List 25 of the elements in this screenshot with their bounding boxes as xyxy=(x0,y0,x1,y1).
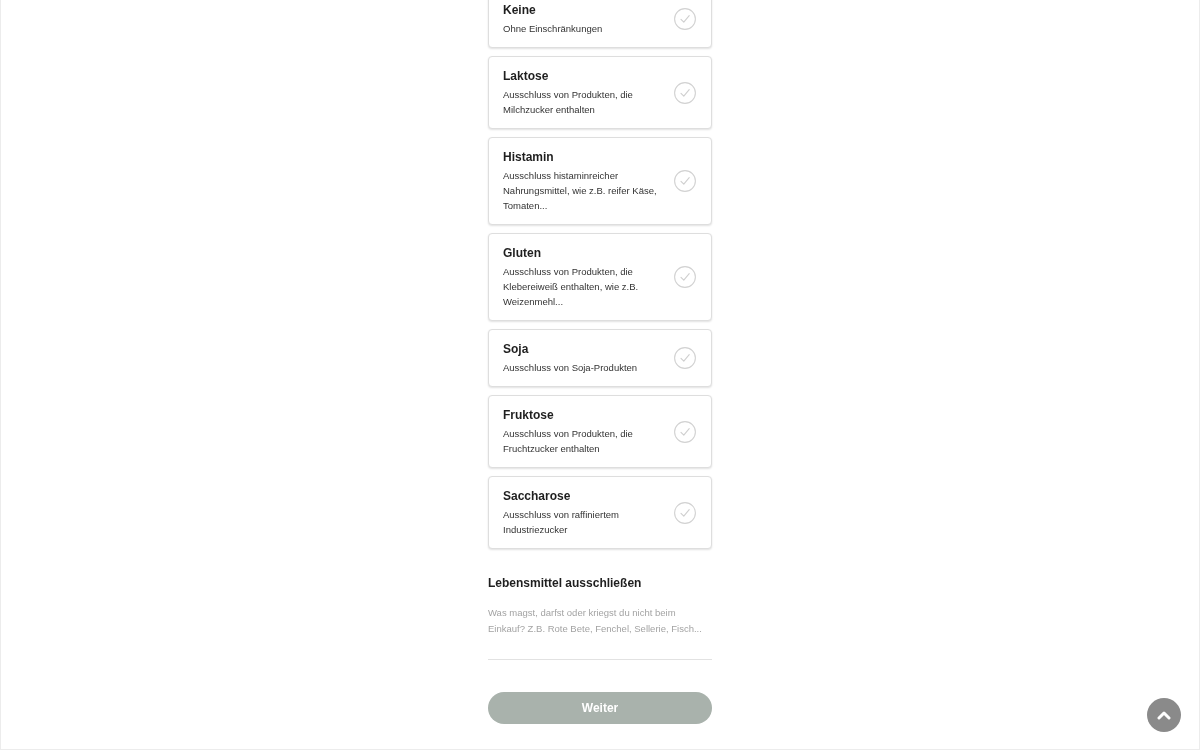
scroll-to-top-button[interactable] xyxy=(1147,698,1181,732)
option-description: Ausschluss von Produkten, die Klebereiweiß enthalten, wie z.B. Weizenmehl... xyxy=(503,265,640,309)
option-title: Histamin xyxy=(503,149,555,165)
chevron-up-icon xyxy=(1157,710,1171,720)
option-description: Ohne Einschränkungen xyxy=(503,22,604,36)
section-heading: Lebensmittel ausschließen xyxy=(488,575,643,591)
option-card[interactable]: Histamin Ausschluss histaminreicher Nahrungsmittel, wie z.B. reifer Käse, Tomaten... xyxy=(488,137,712,225)
option-card[interactable]: Fruktose Ausschluss von Produkten, die Fruchtzucker enthalten xyxy=(488,395,712,468)
option-title: Gluten xyxy=(503,245,542,261)
option-title: Fruktose xyxy=(503,407,555,423)
option-title: Soja xyxy=(503,341,530,357)
option-description: Ausschluss von raffiniertem Industriezucker xyxy=(503,508,620,537)
option-card[interactable]: Saccharose Ausschluss von raffiniertem Industriezucker xyxy=(488,476,712,549)
option-card[interactable]: Soja Ausschluss von Soja-Produkten xyxy=(488,329,712,387)
option-description: Ausschluss von Produkten, die Milchzucker enthalten xyxy=(503,88,634,117)
option-card[interactable]: Laktose Ausschluss von Produkten, die Milchzucker enthalten xyxy=(488,56,712,129)
option-description: Ausschluss histaminreicher Nahrungsmittel, wie z.B. reifer Käse, Tomaten... xyxy=(503,169,658,213)
option-title: Saccharose xyxy=(503,488,572,504)
option-card[interactable]: Keine Ohne Einschränkungen xyxy=(488,0,712,48)
option-title: Keine xyxy=(503,2,537,18)
option-description: Ausschluss von Produkten, die Fruchtzucker enthalten xyxy=(503,427,634,456)
option-title: Laktose xyxy=(503,68,550,84)
exclude-foods-field[interactable]: Was magst, darfst oder kriegst du nicht beim Einkauf? Z.B. Rote Bete, Fenchel, Sellerie, Fisch... xyxy=(488,605,712,660)
option-card[interactable]: Gluten Ausschluss von Produkten, die Klebereiweiß enthalten, wie z.B. Weizenmehl... xyxy=(488,233,712,321)
option-description: Ausschluss von Soja-Produkten xyxy=(503,361,639,375)
